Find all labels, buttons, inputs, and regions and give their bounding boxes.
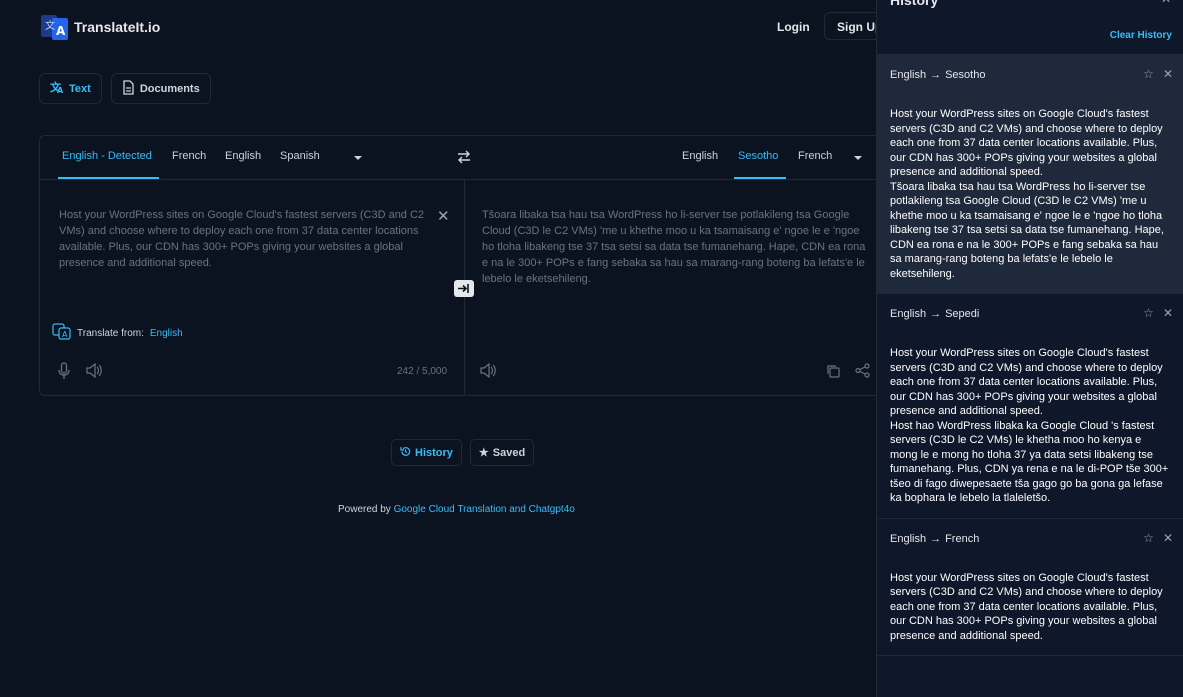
star-icon[interactable]: ☆: [1143, 306, 1154, 320]
share-icon[interactable]: [855, 363, 870, 383]
translated-text: Tšoara libaka tsa hau tsa WordPress ho l…: [482, 209, 866, 285]
source-lang-english[interactable]: English: [225, 150, 261, 162]
translate-icon: 文A: [50, 80, 64, 97]
svg-text:文: 文: [45, 19, 55, 32]
svg-text:A: A: [62, 330, 68, 339]
source-text-input[interactable]: Host your WordPress sites on Google Clou…: [59, 207, 429, 271]
history-item-source: Host your WordPress sites on Google Clou…: [890, 347, 1163, 417]
swap-icon[interactable]: [456, 150, 472, 169]
history-title: History: [890, 0, 939, 8]
document-icon: [122, 79, 135, 98]
saved-button-label: Saved: [492, 446, 526, 459]
mic-icon[interactable]: [58, 362, 70, 385]
powered-by-link[interactable]: Google Cloud Translation and Chatgpt4o: [394, 504, 575, 515]
copy-icon[interactable]: [826, 364, 840, 383]
history-item-to: Sesotho: [945, 69, 986, 81]
history-item-actions: ☆ ✕: [1143, 531, 1173, 545]
target-tab-underline: [734, 177, 786, 179]
history-item-langs: English → Sesotho: [890, 69, 1170, 81]
chevron-down-icon[interactable]: [853, 150, 863, 168]
svg-text:A: A: [57, 86, 64, 94]
speaker-icon[interactable]: [86, 362, 103, 383]
history-item[interactable]: English → Sesotho ☆ ✕ Host your WordPres…: [877, 55, 1183, 294]
tab-text-label: Text: [69, 82, 91, 95]
history-item-actions: ☆ ✕: [1143, 306, 1173, 320]
mode-tabs: 文A Text Documents: [39, 73, 211, 104]
close-icon[interactable]: ✕: [437, 207, 450, 225]
language-bar: English - Detected French English Spanis…: [40, 136, 898, 180]
target-lang-sesotho[interactable]: Sesotho: [738, 150, 778, 162]
login-link[interactable]: Login: [777, 20, 810, 34]
history-item-translation: Host hao WordPress libaka ka Google Clou…: [890, 419, 1169, 505]
history-item-source: Host your WordPress sites on Google Clou…: [890, 108, 1163, 178]
translation-panel: English - Detected French English Spanis…: [39, 135, 899, 396]
star-icon[interactable]: ☆: [1143, 67, 1154, 81]
powered-by: Powered by Google Cloud Translation and …: [338, 504, 575, 515]
target-lang-english[interactable]: English: [682, 150, 718, 162]
target-lang-french[interactable]: French: [798, 150, 832, 162]
bottom-actions: History ★ Saved: [391, 439, 535, 466]
arrow-right-icon: →: [930, 69, 942, 81]
history-item-from: English: [890, 69, 927, 81]
chevron-down-icon[interactable]: [353, 150, 363, 168]
history-item-to: Sepedi: [945, 308, 980, 320]
source-lang-spanish[interactable]: Spanish: [280, 150, 320, 162]
close-icon[interactable]: ✕: [1163, 531, 1173, 545]
history-item[interactable]: English → French ☆ ✕ Host your WordPress…: [877, 519, 1183, 656]
history-item-from: English: [890, 308, 927, 320]
arrow-right-icon: →: [930, 532, 942, 545]
close-icon[interactable]: ✕: [1163, 306, 1173, 320]
tab-documents-label: Documents: [139, 82, 200, 95]
history-item-actions: ☆ ✕: [1143, 67, 1173, 81]
history-item-langs: English → French: [890, 533, 1170, 545]
arrow-right-icon: →: [930, 308, 942, 320]
history-item-from: English: [890, 532, 927, 545]
tab-documents[interactable]: Documents: [110, 73, 211, 104]
translate-from-label: Translate from:: [77, 327, 144, 339]
source-lang-french[interactable]: French: [172, 150, 206, 162]
history-button[interactable]: History: [391, 439, 462, 466]
history-item-langs: English → Sepedi: [890, 308, 1170, 320]
close-icon[interactable]: ✕: [1161, 0, 1171, 6]
translate-icon: A: [52, 323, 71, 343]
source-lang-detected[interactable]: English - Detected: [62, 150, 152, 162]
history-item-source: Host your WordPress sites on Google Clou…: [890, 571, 1163, 642]
saved-button[interactable]: ★ Saved: [469, 439, 535, 466]
source-tab-underline: [58, 177, 159, 179]
history-button-label: History: [415, 446, 453, 459]
logo-icon: 文 A: [40, 12, 69, 41]
translate-from: A Translate from: English: [52, 323, 183, 343]
star-icon[interactable]: ☆: [1143, 531, 1154, 545]
close-icon[interactable]: ✕: [1163, 67, 1173, 81]
brand-logo[interactable]: 文 A TranslateIt.io: [40, 12, 160, 41]
history-item-translation: Tšoara libaka tsa hau tsa WordPress ho l…: [890, 180, 1164, 280]
history-item[interactable]: English → Sepedi ☆ ✕ Host your WordPress…: [877, 294, 1183, 519]
history-icon: [400, 446, 411, 460]
brand-name: TranslateIt.io: [74, 18, 161, 35]
history-item-to: French: [945, 532, 980, 545]
arrow-into-icon[interactable]: [454, 280, 474, 297]
translate-from-lang[interactable]: English: [150, 328, 183, 339]
speaker-icon[interactable]: [480, 362, 497, 383]
powered-by-prefix: Powered by: [338, 504, 394, 515]
star-icon: ★: [478, 447, 489, 459]
history-header: History ✕ Clear History: [877, 0, 1183, 55]
clear-history-button[interactable]: Clear History: [1110, 30, 1172, 41]
history-sidebar: History ✕ Clear History English → Sesoth…: [876, 0, 1183, 697]
tab-text[interactable]: 文A Text: [39, 73, 102, 104]
svg-text:A: A: [56, 24, 66, 38]
char-counter: 242 / 5,000: [397, 366, 448, 377]
